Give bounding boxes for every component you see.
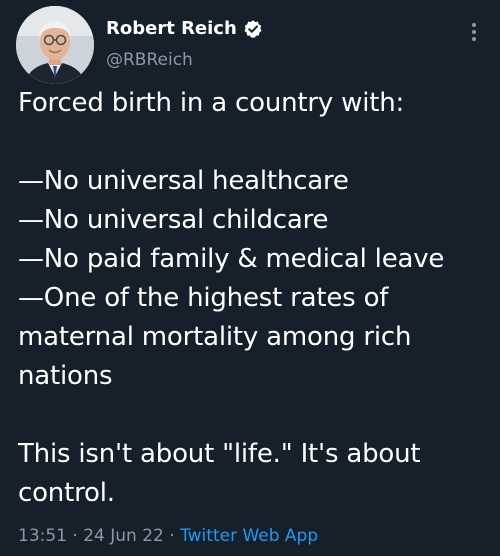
more-options-icon[interactable] <box>464 20 484 44</box>
author-avatar[interactable] <box>16 6 94 84</box>
verified-badge-icon <box>243 19 263 39</box>
meta-separator: · <box>72 526 78 546</box>
author-display-name[interactable]: Robert Reich <box>106 18 237 40</box>
tweet-source-link[interactable]: Twitter Web App <box>180 526 318 546</box>
tweet-text: Forced birth in a country with: —No univ… <box>18 88 445 508</box>
avatar-image <box>16 6 94 84</box>
author-handle[interactable]: @RBReich <box>106 50 193 70</box>
tweet-date[interactable]: 24 Jun 22 <box>83 526 164 546</box>
tweet-time[interactable]: 13:51 <box>18 526 67 546</box>
meta-separator: · <box>169 526 175 546</box>
author-name-row[interactable]: Robert Reich <box>106 18 263 40</box>
tweet-meta: 13:51 · 24 Jun 22 · Twitter Web App <box>18 524 318 548</box>
